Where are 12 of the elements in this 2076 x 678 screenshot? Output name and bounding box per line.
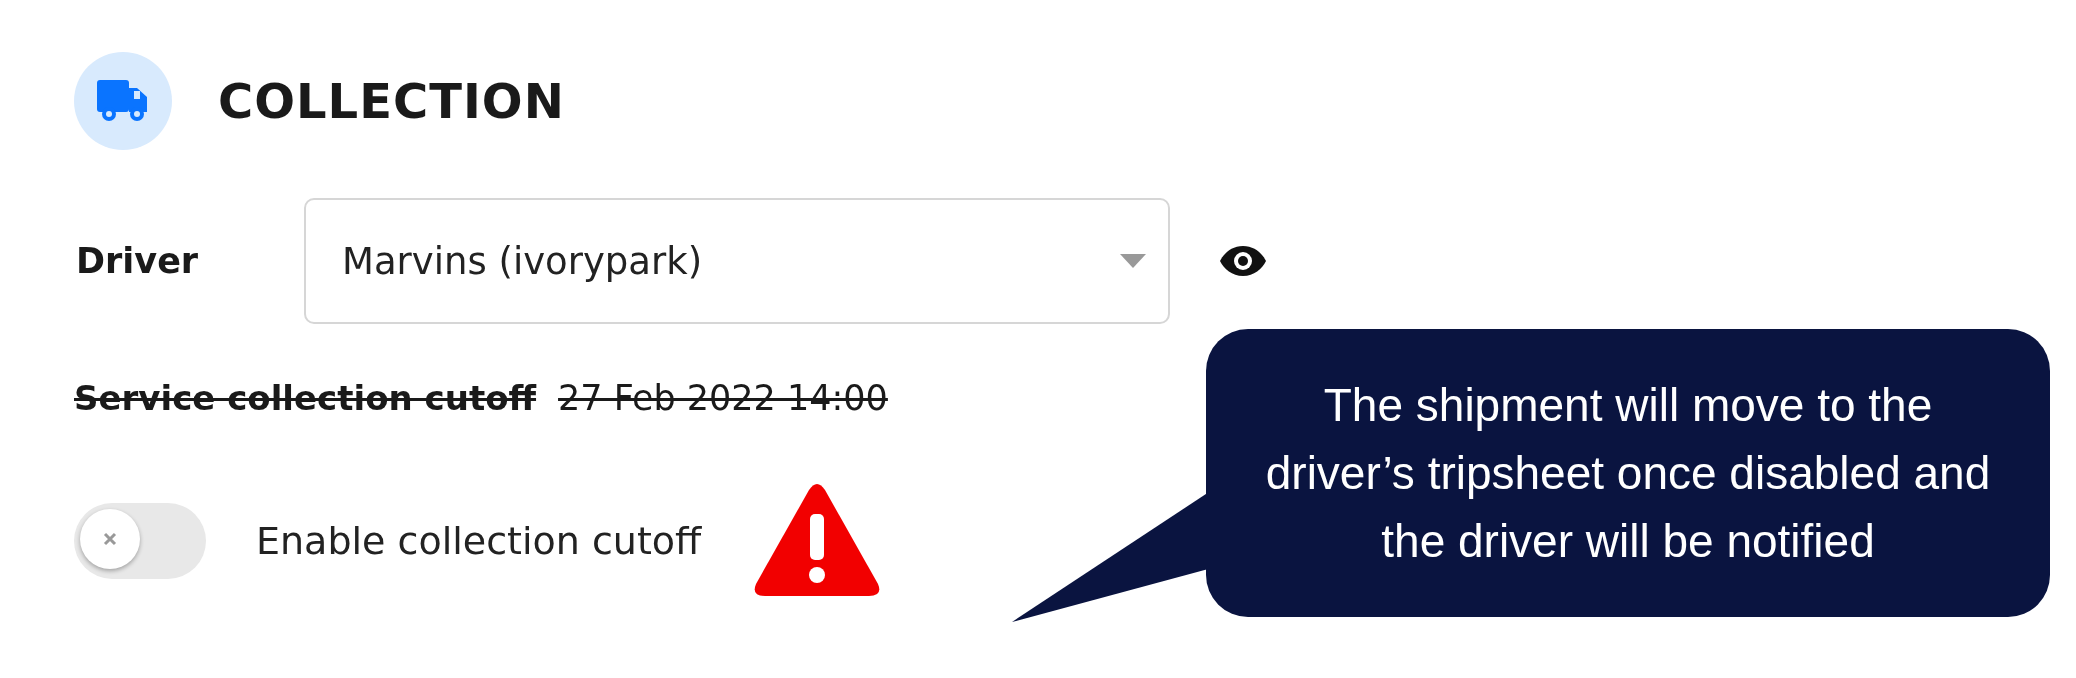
close-icon bbox=[103, 532, 117, 546]
driver-dropdown[interactable]: Marvins (ivorypark) bbox=[304, 198, 1170, 324]
toggle-label: Enable collection cutoff bbox=[256, 519, 702, 563]
callout-text: The shipment will move to the driver’s tripsheet once disabled and the driver will be notified bbox=[1264, 378, 1992, 569]
driver-label: Driver bbox=[75, 241, 200, 281]
eye-icon[interactable] bbox=[1220, 246, 1266, 276]
truck-icon bbox=[97, 80, 149, 122]
cutoff-date: 27 Feb 2022 14:00 bbox=[558, 378, 888, 418]
caret-icon bbox=[1120, 254, 1146, 268]
section-title: COLLECTION bbox=[218, 73, 565, 129]
warning-icon bbox=[753, 484, 882, 598]
cutoff-label: Service collection cutoff bbox=[74, 378, 537, 418]
